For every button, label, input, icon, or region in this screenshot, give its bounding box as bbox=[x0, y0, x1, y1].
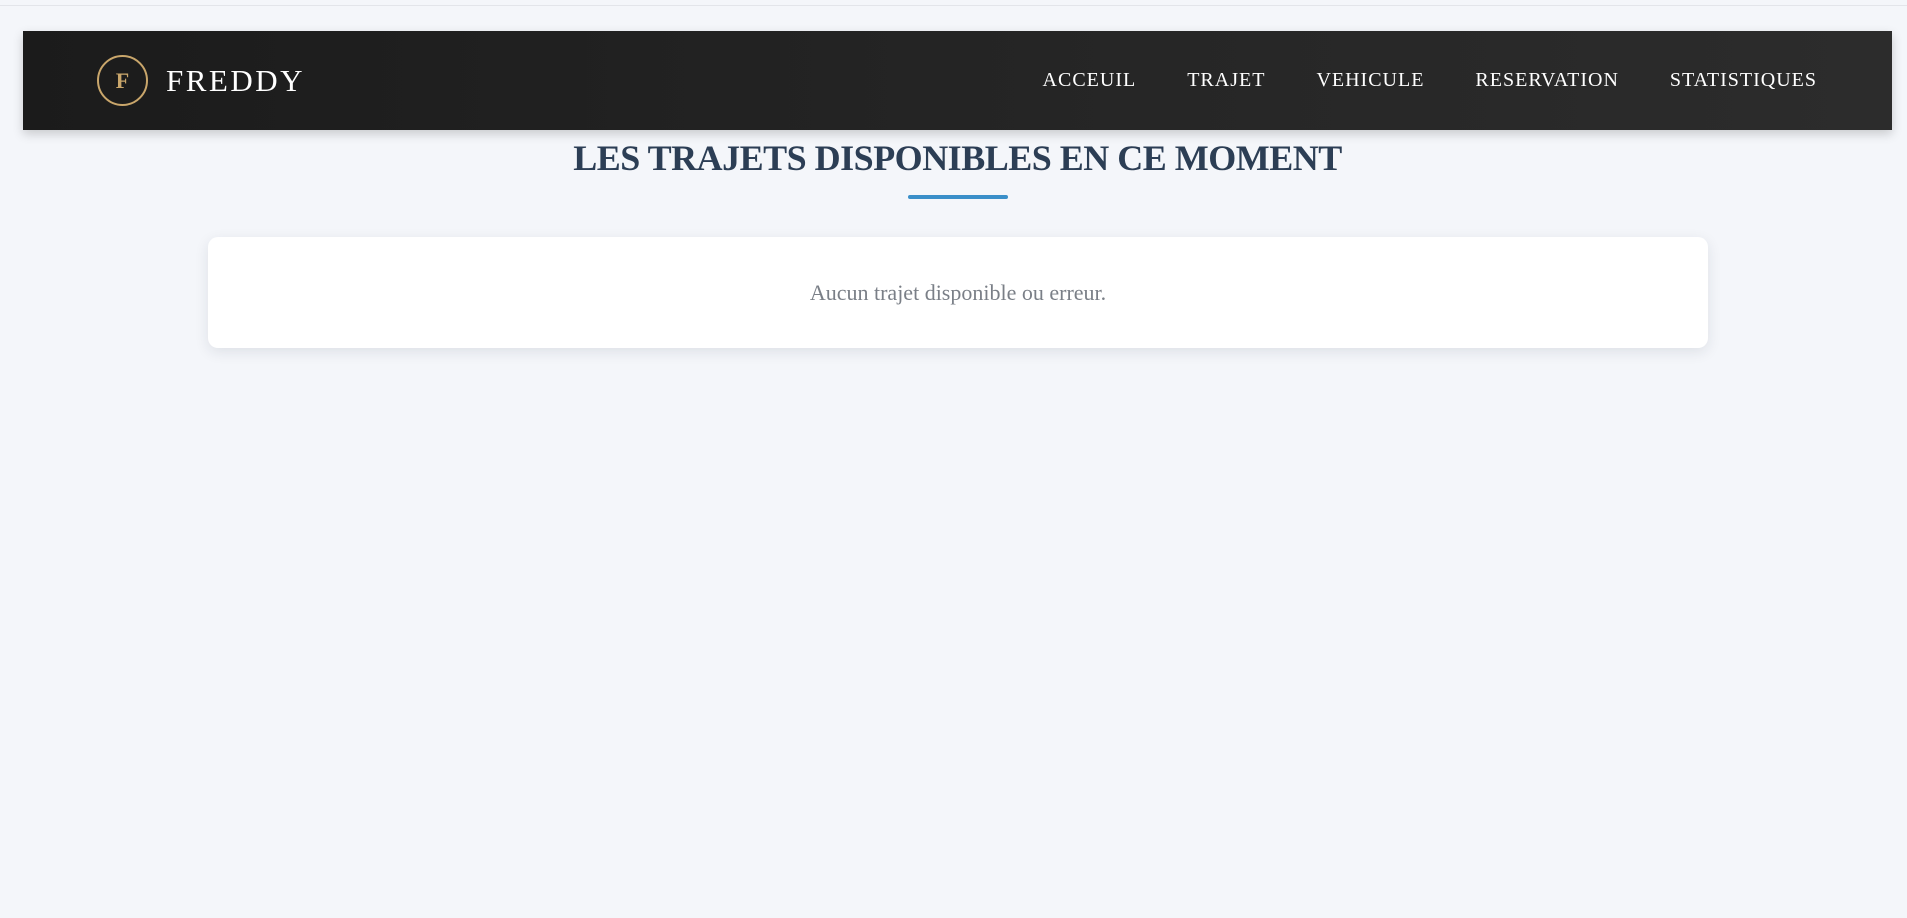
nav-link-trajet[interactable]: TRAJET bbox=[1187, 69, 1265, 92]
brand-logo[interactable]: F FREDDY bbox=[97, 55, 305, 106]
empty-state-message: Aucun trajet disponible ou erreur. bbox=[809, 279, 1107, 305]
brand-badge-icon: F bbox=[97, 55, 148, 106]
nav-link-vehicule[interactable]: VEHICULE bbox=[1316, 69, 1424, 92]
page-title: LES TRAJETS DISPONIBLES EN CE MOMENT bbox=[573, 138, 1342, 178]
nav-link-reservation[interactable]: RESERVATION bbox=[1475, 69, 1619, 92]
nav-link-acceuil[interactable]: ACCEUIL bbox=[1043, 69, 1137, 92]
navbar: F FREDDY ACCEUIL TRAJET VEHICULE RESERVA… bbox=[23, 31, 1892, 130]
top-divider bbox=[0, 5, 1907, 6]
nav-menu: ACCEUIL TRAJET VEHICULE RESERVATION STAT… bbox=[992, 31, 1817, 130]
brand-name: FREDDY bbox=[166, 62, 306, 98]
trips-empty-card: Aucun trajet disponible ou erreur. bbox=[208, 237, 1708, 348]
title-underline bbox=[908, 195, 1008, 199]
nav-link-statistiques[interactable]: STATISTIQUES bbox=[1670, 69, 1817, 92]
